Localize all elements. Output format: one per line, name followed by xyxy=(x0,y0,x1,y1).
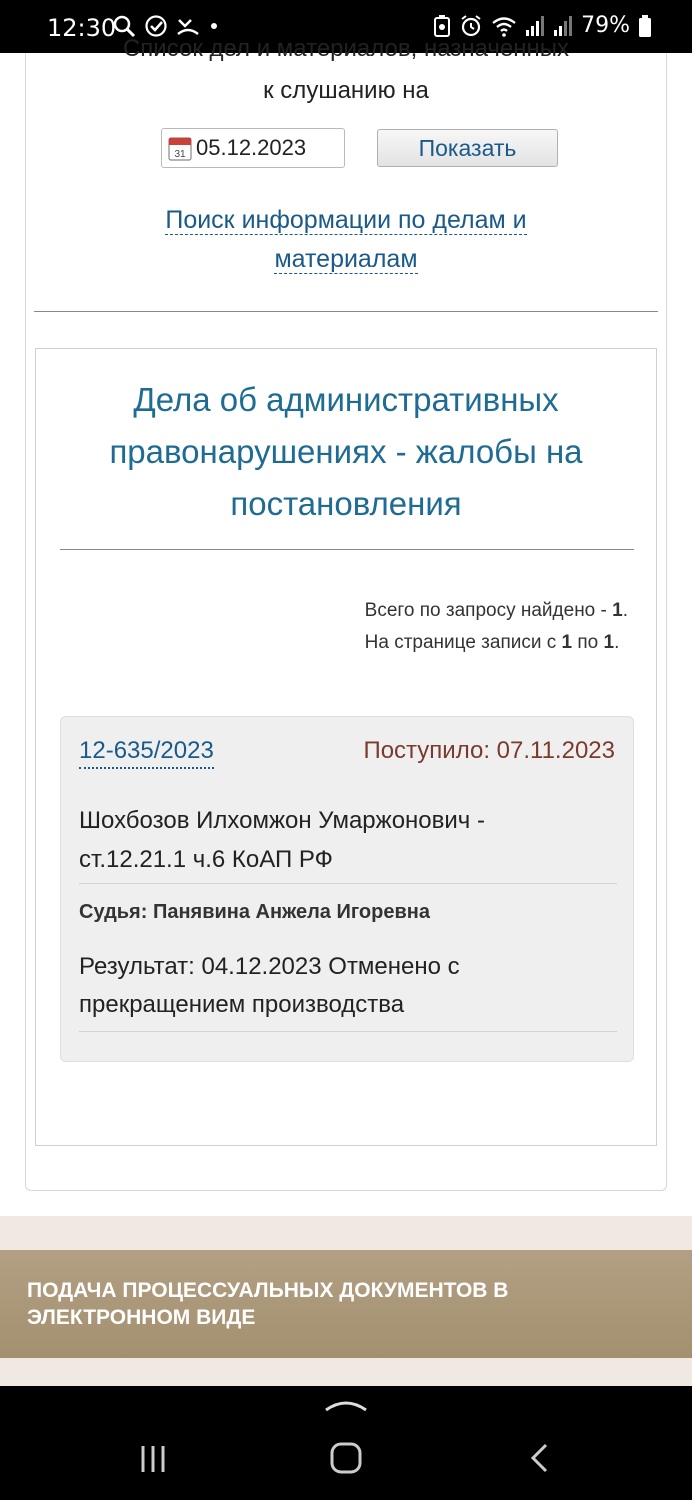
divider xyxy=(34,311,658,312)
intro-line-1: Список дел и материалов, назначенных xyxy=(122,35,570,62)
search-link-line-2[interactable]: материалам xyxy=(274,245,418,274)
navigation-bar xyxy=(0,1386,692,1500)
calendar-day: 31 xyxy=(174,149,186,160)
section-divider xyxy=(60,549,634,550)
judge-name: Судья: Панявина Анжела Игоревна xyxy=(79,901,430,923)
search-info-link[interactable]: Поиск информации по делам и материалам xyxy=(0,201,692,279)
section-title: Дела об административных правонарушениях… xyxy=(36,374,656,530)
results-section: Дела об административных правонарушениях… xyxy=(35,348,657,1146)
page-from: 1 xyxy=(561,632,573,653)
section-title-line-1: Дела об административных xyxy=(133,381,559,418)
recent-apps-icon[interactable] xyxy=(138,1444,168,1474)
page-suffix: . xyxy=(614,632,620,653)
banner-line-1: ПОДАЧА ПРОЦЕССУАЛЬНЫХ ДОКУМЕНТОВ В xyxy=(27,1279,509,1302)
intro-line-2: к слушанию на xyxy=(263,77,429,104)
signal-2-icon xyxy=(554,15,573,36)
date-field[interactable]: 31 05.12.2023 xyxy=(161,128,345,168)
found-count: 1 xyxy=(612,600,623,621)
page-mid: по xyxy=(572,632,604,653)
page-range-line: На странице записи с 1 по 1. xyxy=(365,627,628,659)
found-prefix: Всего по запросу найдено - xyxy=(364,600,613,621)
section-title-line-2: правонарушениях - жалобы на xyxy=(109,433,583,470)
case-party: Шохбозов Илхомжон Умаржонович - ст.12.21… xyxy=(79,801,609,879)
received-date: Поступило: 07.11.2023 xyxy=(363,737,615,764)
back-icon[interactable] xyxy=(528,1443,552,1473)
battery-saver-icon xyxy=(434,14,451,37)
chevron-up-icon[interactable] xyxy=(322,1394,370,1414)
footer-strip-bottom xyxy=(0,1358,692,1386)
case-result: Результат: 04.12.2023 Отменено с прекращ… xyxy=(79,948,609,1024)
page-prefix: На странице записи с xyxy=(364,632,562,653)
banner-text[interactable]: ПОДАЧА ПРОЦЕССУАЛЬНЫХ ДОКУМЕНТОВ В ЭЛЕКТ… xyxy=(27,1277,508,1331)
footer-strip xyxy=(0,1216,692,1252)
show-button[interactable]: Показать xyxy=(377,129,558,167)
signal-icon xyxy=(526,15,545,36)
home-icon[interactable] xyxy=(330,1442,362,1474)
alarm-icon xyxy=(461,14,481,36)
party-line-1: Шохбозов Илхомжон Умаржонович - xyxy=(79,807,485,834)
page-to: 1 xyxy=(603,632,615,653)
card-divider xyxy=(79,883,617,884)
wifi-icon xyxy=(492,16,516,37)
section-title-line-3: постановления xyxy=(230,485,462,522)
results-summary: Всего по запросу найдено - 1. На страниц… xyxy=(365,595,628,659)
found-suffix: . xyxy=(622,600,628,621)
electronic-filing-banner[interactable]: ПОДАЧА ПРОЦЕССУАЛЬНЫХ ДОКУМЕНТОВ В ЭЛЕКТ… xyxy=(0,1250,692,1358)
battery-icon xyxy=(639,14,651,37)
party-line-2: ст.12.21.1 ч.6 КоАП РФ xyxy=(79,846,333,873)
card-divider xyxy=(79,1031,617,1032)
search-link-line-1[interactable]: Поиск информации по делам и xyxy=(165,206,527,235)
case-number-link[interactable]: 12-635/2023 xyxy=(79,737,214,769)
result-line-1: Результат: 04.12.2023 Отменено с xyxy=(79,953,460,980)
calendar-icon[interactable]: 31 xyxy=(168,135,192,161)
banner-line-2: ЭЛЕКТРОННОМ ВИДЕ xyxy=(27,1306,256,1329)
found-count-line: Всего по запросу найдено - 1. xyxy=(365,595,628,627)
result-line-2: прекращением производства xyxy=(79,991,405,1018)
date-value: 05.12.2023 xyxy=(196,135,307,160)
case-card: 12-635/2023 Поступило: 07.11.2023 Шохбоз… xyxy=(60,716,634,1062)
